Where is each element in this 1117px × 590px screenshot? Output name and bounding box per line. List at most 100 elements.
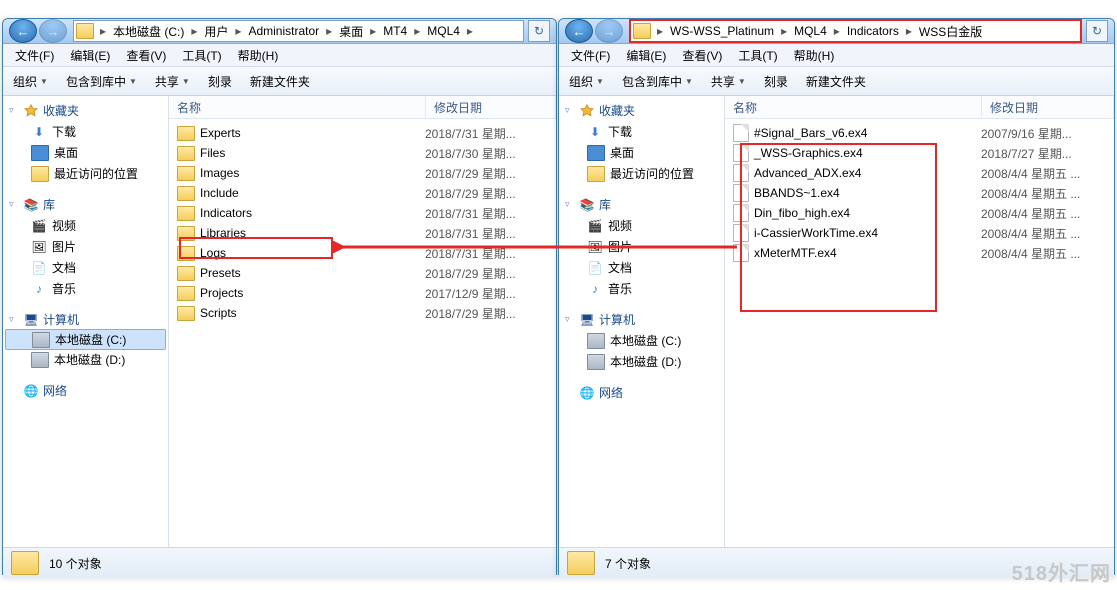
col-name[interactable]: 名称 <box>725 96 982 118</box>
tree-computer[interactable]: ▿🖥计算机 <box>3 309 168 330</box>
file-date: 2007/9/16 星期... <box>973 125 1114 142</box>
tree-desktop[interactable]: 桌面 <box>559 142 724 163</box>
tool-burn[interactable]: 刻录 <box>204 71 236 92</box>
tree-documents[interactable]: 📄文档 <box>559 257 724 278</box>
tree-videos[interactable]: 🎬视频 <box>559 215 724 236</box>
menu-help[interactable]: 帮助(H) <box>786 45 843 66</box>
nav-back-button[interactable]: ← <box>565 19 593 43</box>
tree-music[interactable]: ♪音乐 <box>559 278 724 299</box>
tree-disk-d[interactable]: 本地磁盘 (D:) <box>559 351 724 372</box>
tree-videos[interactable]: 🎬视频 <box>3 215 168 236</box>
breadcrumb[interactable]: 本地磁盘 (C:) <box>109 21 188 41</box>
menu-tools[interactable]: 工具(T) <box>730 45 785 66</box>
nav-back-button[interactable]: ← <box>9 19 37 43</box>
file-row[interactable]: Din_fibo_high.ex42008/4/4 星期五 ... <box>725 203 1114 223</box>
file-row[interactable]: BBANDS~1.ex42008/4/4 星期五 ... <box>725 183 1114 203</box>
drive-icon <box>587 333 605 349</box>
breadcrumb[interactable]: Administrator <box>244 21 323 41</box>
file-name: Files <box>200 146 225 160</box>
tree-disk-c[interactable]: 本地磁盘 (C:) <box>559 330 724 351</box>
file-row[interactable]: i-CassierWorkTime.ex42008/4/4 星期五 ... <box>725 223 1114 243</box>
breadcrumb[interactable]: MQL4 <box>790 21 831 41</box>
tree-network[interactable]: 🌐网络 <box>3 380 168 401</box>
file-row[interactable]: Experts2018/7/31 星期... <box>169 123 556 143</box>
menu-view[interactable]: 查看(V) <box>118 45 174 66</box>
tool-new-folder[interactable]: 新建文件夹 <box>802 71 870 92</box>
menu-tools[interactable]: 工具(T) <box>174 45 229 66</box>
breadcrumb[interactable]: 用户 <box>200 21 232 41</box>
menu-file[interactable]: 文件(F) <box>7 45 62 66</box>
file-row[interactable]: Images2018/7/29 星期... <box>169 163 556 183</box>
file-row[interactable]: xMeterMTF.ex42008/4/4 星期五 ... <box>725 243 1114 263</box>
file-row[interactable]: #Signal_Bars_v6.ex4 2007/9/16 星期... <box>725 123 1114 143</box>
tree-pictures[interactable]: 🖼图片 <box>559 236 724 257</box>
toolbar: 组织▼ 包含到库中▼ 共享▼ 刻录 新建文件夹 <box>559 67 1114 96</box>
tree-desktop[interactable]: 桌面 <box>3 142 168 163</box>
nav-forward-button[interactable]: → <box>595 19 623 43</box>
tool-organize[interactable]: 组织▼ <box>9 71 52 92</box>
tree-network[interactable]: 🌐网络 <box>559 382 724 403</box>
tool-include-library[interactable]: 包含到库中▼ <box>62 71 141 92</box>
folder-icon <box>633 23 651 39</box>
breadcrumb[interactable]: WSS白金版 <box>915 21 986 41</box>
address-bar[interactable]: ▸ WS-WSS_Platinum ▸ MQL4 ▸ Indicators ▸ … <box>629 19 1082 43</box>
file-name: Images <box>200 166 239 180</box>
breadcrumb[interactable]: WS-WSS_Platinum <box>666 21 778 41</box>
nav-forward-button[interactable]: → <box>39 19 67 43</box>
file-row[interactable]: Logs2018/7/31 星期... <box>169 243 556 263</box>
breadcrumb[interactable]: MT4 <box>379 21 411 41</box>
file-row[interactable]: Include2018/7/29 星期... <box>169 183 556 203</box>
tree-computer[interactable]: ▿🖥计算机 <box>559 309 724 330</box>
file-row[interactable]: Libraries2018/7/31 星期... <box>169 223 556 243</box>
refresh-button[interactable]: ↻ <box>528 20 550 42</box>
file-name: #Signal_Bars_v6.ex4 <box>754 126 867 140</box>
file-name: Scripts <box>200 306 237 320</box>
file-row[interactable]: Files2018/7/30 星期... <box>169 143 556 163</box>
tool-share[interactable]: 共享▼ <box>151 71 194 92</box>
file-row[interactable]: Projects2017/12/9 星期... <box>169 283 556 303</box>
explorer-window-left: ← → ▸ 本地磁盘 (C:) ▸ 用户 ▸ Administrator ▸ 桌… <box>2 18 557 575</box>
refresh-button[interactable]: ↻ <box>1086 20 1108 42</box>
menu-edit[interactable]: 编辑(E) <box>62 45 118 66</box>
file-row[interactable]: _WSS-Graphics.ex42018/7/27 星期... <box>725 143 1114 163</box>
menu-file[interactable]: 文件(F) <box>563 45 618 66</box>
breadcrumb[interactable]: 桌面 <box>335 21 367 41</box>
file-row[interactable]: Scripts2018/7/29 星期... <box>169 303 556 323</box>
file-row[interactable]: Advanced_ADX.ex42008/4/4 星期五 ... <box>725 163 1114 183</box>
breadcrumb[interactable]: MQL4 <box>423 21 464 41</box>
tree-favorites[interactable]: ▿收藏夹 <box>559 100 724 121</box>
col-date[interactable]: 修改日期 <box>982 96 1114 118</box>
tree-disk-c[interactable]: 本地磁盘 (C:) <box>5 329 166 350</box>
tool-organize[interactable]: 组织▼ <box>565 71 608 92</box>
tree-disk-d[interactable]: 本地磁盘 (D:) <box>3 349 168 370</box>
tool-new-folder[interactable]: 新建文件夹 <box>246 71 314 92</box>
menu-help[interactable]: 帮助(H) <box>230 45 287 66</box>
tree-recent[interactable]: 最近访问的位置 <box>559 163 724 184</box>
file-row[interactable]: Presets2018/7/29 星期... <box>169 263 556 283</box>
col-name[interactable]: 名称 <box>169 96 426 118</box>
tool-burn[interactable]: 刻录 <box>760 71 792 92</box>
menu-view[interactable]: 查看(V) <box>674 45 730 66</box>
watermark: 518外汇网 <box>1012 557 1111 586</box>
breadcrumb[interactable]: Indicators <box>843 21 903 41</box>
tool-share[interactable]: 共享▼ <box>707 71 750 92</box>
file-date: 2018/7/29 星期... <box>417 265 556 282</box>
folder-icon <box>177 146 195 161</box>
col-date[interactable]: 修改日期 <box>426 96 556 118</box>
file-icon <box>733 144 749 162</box>
tree-pictures[interactable]: 🖼图片 <box>3 236 168 257</box>
tree-recent[interactable]: 最近访问的位置 <box>3 163 168 184</box>
tree-libraries[interactable]: ▿📚库 <box>559 194 724 215</box>
tree-downloads[interactable]: ⬇下载 <box>559 121 724 142</box>
file-row[interactable]: Indicators2018/7/31 星期... <box>169 203 556 223</box>
file-date: 2018/7/27 星期... <box>973 145 1114 162</box>
tree-music[interactable]: ♪音乐 <box>3 278 168 299</box>
tool-include-library[interactable]: 包含到库中▼ <box>618 71 697 92</box>
tree-downloads[interactable]: ⬇下载 <box>3 121 168 142</box>
tree-favorites[interactable]: ▿收藏夹 <box>3 100 168 121</box>
address-bar[interactable]: ▸ 本地磁盘 (C:) ▸ 用户 ▸ Administrator ▸ 桌面 ▸ … <box>73 20 524 42</box>
tree-documents[interactable]: 📄文档 <box>3 257 168 278</box>
folder-icon <box>567 551 595 575</box>
menu-edit[interactable]: 编辑(E) <box>618 45 674 66</box>
tree-libraries[interactable]: ▿📚库 <box>3 194 168 215</box>
